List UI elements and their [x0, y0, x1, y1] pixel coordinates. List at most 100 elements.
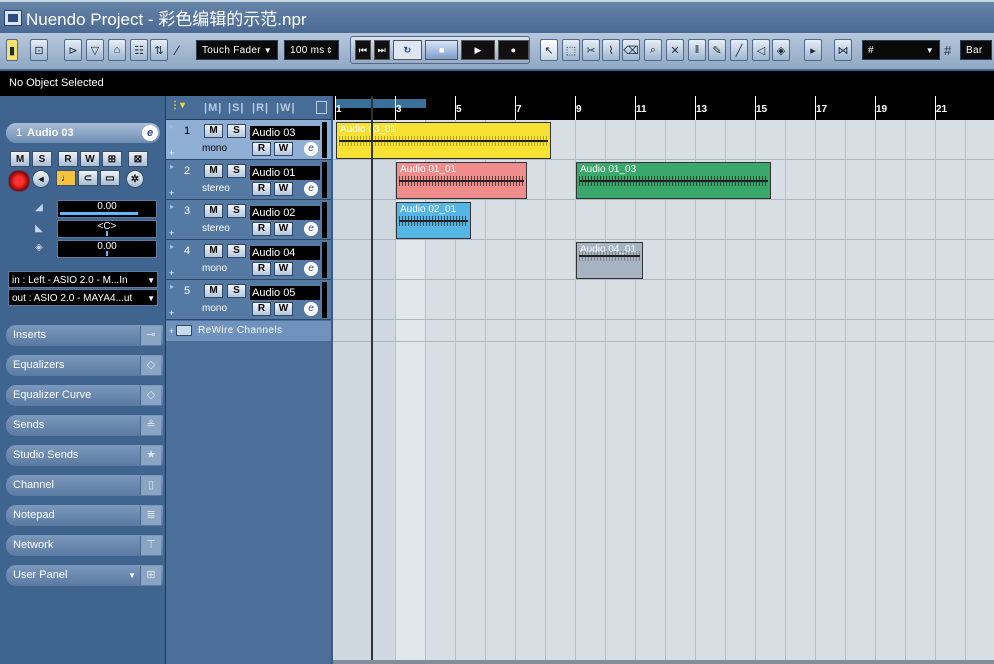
play-button[interactable]: ▶ — [461, 40, 495, 60]
add-lane-icon[interactable]: + — [169, 228, 174, 238]
output-routing-select[interactable]: out : ASIO 2.0 - MAYA4...ut ▼ — [8, 289, 158, 306]
mute-button[interactable]: M — [10, 151, 30, 167]
section-sends[interactable]: Sends ≗ — [6, 415, 163, 436]
edit-channel-button[interactable]: e — [142, 125, 158, 141]
solo-button[interactable]: S — [32, 151, 52, 167]
expand-icon[interactable]: ▸ — [170, 242, 174, 251]
expand-icon[interactable]: ▸ — [170, 282, 174, 291]
draw-tool[interactable]: ✎ — [708, 38, 726, 62]
snap-mode-select[interactable]: # ▼ — [862, 38, 940, 62]
show-event-infoline-button[interactable]: ⊳ — [64, 38, 82, 62]
read-button[interactable]: R — [252, 142, 271, 156]
automation-mode-select[interactable]: Touch Fader ▼ — [196, 38, 278, 62]
write-button[interactable]: W — [274, 142, 293, 156]
section-user-panel[interactable]: User Panel ⊞ ▼ — [6, 565, 163, 586]
mute-button[interactable]: M — [204, 244, 223, 258]
volume-slider[interactable]: 0.00 — [57, 200, 157, 218]
solo-button[interactable]: S — [227, 284, 246, 298]
show-mixer-button[interactable]: ☷ — [130, 38, 148, 62]
inspector-track-name[interactable]: 1 Audio 03 e — [6, 123, 160, 143]
solo-button[interactable]: S — [227, 124, 246, 138]
rewire-channels-folder[interactable]: ReWire Channels + — [166, 321, 331, 341]
track-row[interactable]: ▸ 5 M S Audio 05 mono R W e + — [166, 280, 331, 320]
audio-event[interactable]: Audio 01_01 — [396, 162, 527, 199]
audio-event[interactable]: Audio 02_01 — [396, 202, 471, 239]
track-lane[interactable] — [333, 240, 994, 280]
section-network[interactable]: Network ⊤ — [6, 535, 163, 556]
record-enable-button[interactable] — [8, 170, 30, 192]
mute-button[interactable]: M — [204, 124, 223, 138]
timeline-ruler[interactable]: 1 3 5 7 9 11 13 15 17 19 21 — [333, 96, 994, 120]
add-lane-icon[interactable]: + — [169, 188, 174, 198]
global-read-icon[interactable]: |R| — [252, 102, 269, 114]
color-tool[interactable]: ◈ — [772, 38, 790, 62]
quantize-select[interactable]: Bar — [960, 38, 992, 62]
read-button[interactable]: R — [252, 262, 271, 276]
show-overview-button[interactable]: ▽ — [86, 38, 104, 62]
global-write-icon[interactable]: |W| — [276, 102, 296, 114]
autoscroll-button[interactable]: ▸ — [804, 38, 822, 62]
constrain-button[interactable]: ⊡ — [30, 38, 48, 62]
goto-end-button[interactable]: ⏭ — [373, 40, 390, 60]
erase-tool[interactable]: ⌫ — [622, 38, 640, 62]
bypass-button[interactable]: ⊠ — [128, 151, 148, 167]
add-lane-icon[interactable]: + — [169, 308, 174, 318]
automation-time-field[interactable]: 100 ms ⇕ — [284, 38, 339, 62]
track-name-field[interactable]: Audio 05 — [250, 286, 320, 300]
write-button[interactable]: W — [80, 151, 100, 167]
global-mute-icon[interactable]: |M| — [204, 102, 222, 114]
split-tool[interactable]: ✂ — [582, 38, 600, 62]
freeze-button[interactable]: ⊞ — [102, 151, 122, 167]
project-cursor[interactable] — [371, 96, 373, 664]
edit-channel-button[interactable]: e — [304, 182, 318, 196]
snap-button[interactable]: ⋈ — [834, 38, 852, 62]
write-button[interactable]: W — [274, 222, 293, 236]
section-equalizers[interactable]: Equalizers ◇ — [6, 355, 163, 376]
track-lane[interactable] — [333, 320, 994, 342]
stop-button[interactable]: ■ — [425, 40, 459, 60]
section-equalizer-curve[interactable]: Equalizer Curve ◇ — [6, 385, 163, 406]
track-name-field[interactable]: Audio 02 — [250, 206, 320, 220]
section-inserts[interactable]: Inserts ⊸ — [6, 325, 163, 346]
goto-start-button[interactable]: ⏮ — [355, 40, 371, 60]
track-row[interactable]: ▸ 4 M S Audio 04 mono R W e + — [166, 240, 331, 280]
time-warp-tool[interactable]: ‖ — [688, 38, 706, 62]
cycle-button[interactable]: ↻ — [392, 40, 423, 60]
track-lane[interactable] — [333, 280, 994, 320]
edit-channel-button[interactable]: e — [304, 142, 318, 156]
edit-channel-button[interactable]: e — [304, 222, 318, 236]
audio-event[interactable]: Audio 03_01 — [336, 122, 551, 159]
section-notepad[interactable]: Notepad ≣ — [6, 505, 163, 526]
add-lane-icon[interactable]: + — [169, 321, 175, 341]
line-tool[interactable]: ╱ — [730, 38, 748, 62]
read-button[interactable]: R — [58, 151, 78, 167]
write-button[interactable]: W — [274, 262, 293, 276]
mute-tool[interactable]: ✕ — [666, 38, 684, 62]
global-solo-icon[interactable]: |S| — [228, 102, 245, 114]
record-button[interactable]: ● — [497, 40, 529, 60]
solo-button[interactable]: S — [227, 244, 246, 258]
monitor-button[interactable]: ◂ — [32, 170, 50, 188]
write-button[interactable]: W — [274, 182, 293, 196]
mute-button[interactable]: M — [204, 284, 223, 298]
zoom-tool[interactable]: ⌕ — [644, 38, 662, 62]
settings-gear-button[interactable]: ✲ — [126, 170, 144, 188]
glue-tool[interactable]: ⌇ — [602, 38, 620, 62]
expand-icon[interactable]: ▸ — [170, 122, 174, 131]
add-lane-icon[interactable]: + — [169, 148, 174, 158]
track-list-menu-icon[interactable]: ⋮▾ — [170, 100, 185, 111]
mute-button[interactable]: M — [204, 164, 223, 178]
edit-channel-button[interactable]: e — [304, 302, 318, 316]
input-routing-select[interactable]: in : Left - ASIO 2.0 - M...In ▼ — [8, 271, 158, 288]
write-button[interactable]: W — [274, 302, 293, 316]
track-name-field[interactable]: Audio 03 — [250, 126, 320, 140]
track-list-size-icon[interactable] — [316, 101, 327, 114]
musical-time-button[interactable]: ♩ — [56, 170, 76, 186]
horizontal-scrollbar[interactable] — [333, 660, 994, 664]
range-selection-tool[interactable]: ⬚ — [562, 38, 580, 62]
expand-icon[interactable]: ▸ — [170, 202, 174, 211]
track-row[interactable]: ▸ 2 M S Audio 01 stereo R W e + — [166, 160, 331, 200]
mute-button[interactable]: M — [204, 204, 223, 218]
delay-slider[interactable]: 0.00 — [57, 240, 157, 258]
track-name-field[interactable]: Audio 04 — [250, 246, 320, 260]
